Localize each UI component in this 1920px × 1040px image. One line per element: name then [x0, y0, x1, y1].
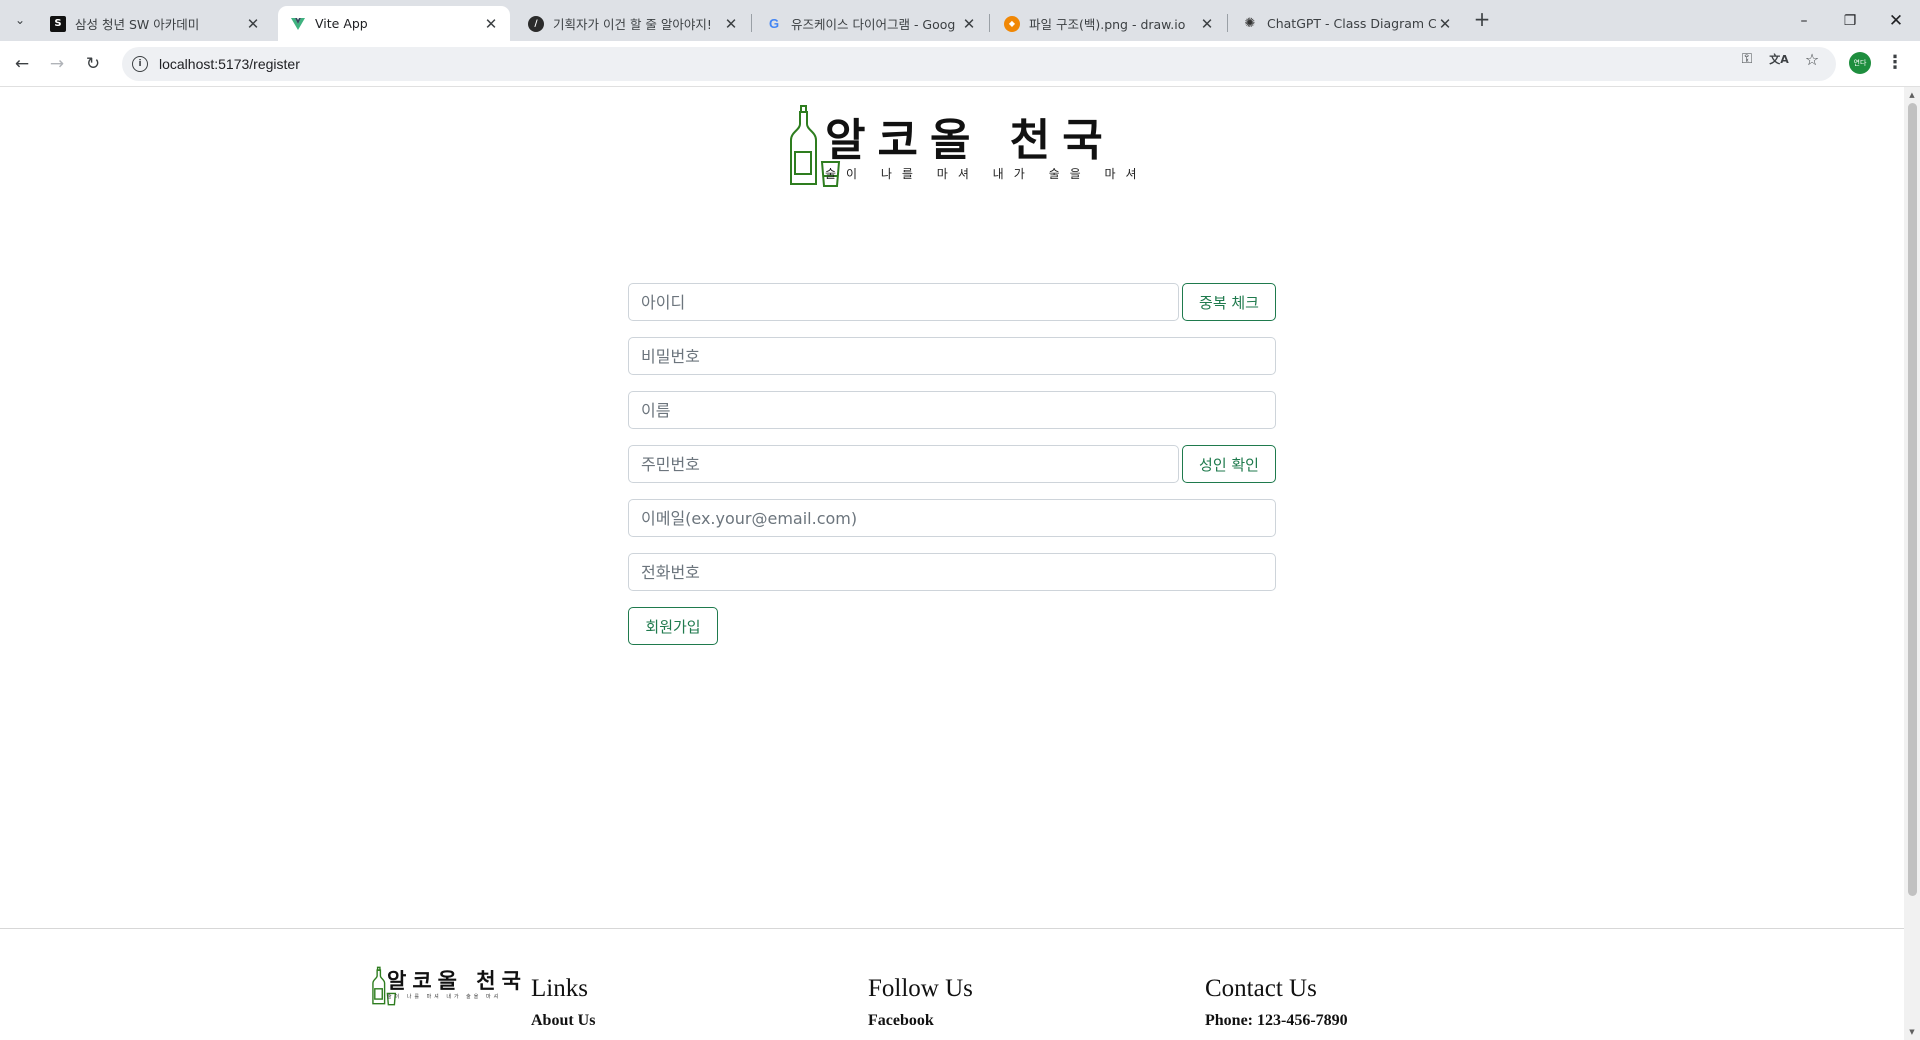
- rrn-row: 성인 확인: [628, 445, 1276, 483]
- password-input[interactable]: [641, 346, 1263, 366]
- browser-toolbar: ← → ↻ i localhost:5173/register ⚿ 文A ☆ 연…: [0, 41, 1920, 87]
- site-footer: 알코올 천국 술이 나를 마셔 내가 술을 마셔 Links About Us …: [0, 928, 1904, 1040]
- footer-link-facebook[interactable]: Facebook: [868, 1012, 973, 1030]
- browser-tab-chatgpt[interactable]: ✺ ChatGPT - Class Diagram Crea ✕: [1230, 6, 1464, 41]
- translate-icon[interactable]: 文A: [1769, 49, 1789, 69]
- email-input[interactable]: [641, 508, 1263, 528]
- username-input[interactable]: [641, 292, 1166, 312]
- footer-logo-title: 알코올 천국: [387, 969, 527, 993]
- browser-tab-google[interactable]: G 유즈케이스 다이어그램 - Goog ✕: [754, 6, 988, 41]
- logo-slogan: 술이 나를 마셔 내가 술을 마셔: [825, 167, 1147, 181]
- restore-window-icon[interactable]: ❐: [1827, 0, 1873, 41]
- footer-logo[interactable]: 알코올 천국 술이 나를 마셔 내가 술을 마셔: [372, 965, 521, 1007]
- password-field[interactable]: [628, 337, 1276, 375]
- footer-logo-slogan: 술이 나를 마셔 내가 술을 마셔: [387, 994, 502, 1000]
- address-bar[interactable]: i localhost:5173/register: [122, 47, 1836, 81]
- address-bar-url[interactable]: localhost:5173/register: [159, 56, 300, 72]
- minimize-window-icon[interactable]: –: [1781, 0, 1827, 41]
- tab-search-chevron-icon[interactable]: ⌄: [8, 8, 32, 32]
- browser-menu-icon[interactable]: ⋮: [1885, 51, 1905, 77]
- phone-field[interactable]: [628, 553, 1276, 591]
- password-key-icon[interactable]: ⚿: [1737, 49, 1757, 69]
- name-field[interactable]: [628, 391, 1276, 429]
- email-row: [628, 499, 1276, 537]
- browser-tab-drawio[interactable]: ◆ 파일 구조(백).png - draw.io ✕: [992, 6, 1226, 41]
- chatgpt-icon: ✺: [1244, 16, 1256, 31]
- tab-separator: [751, 14, 752, 32]
- back-arrow-icon[interactable]: ←: [8, 50, 36, 78]
- footer-contact-heading: Contact Us: [1205, 975, 1317, 1002]
- close-window-icon[interactable]: ✕: [1873, 0, 1919, 41]
- close-tab-icon[interactable]: ✕: [722, 15, 740, 33]
- vite-icon: [290, 16, 306, 32]
- name-input[interactable]: [641, 400, 1263, 420]
- adult-verify-button[interactable]: 성인 확인: [1182, 445, 1276, 483]
- forward-arrow-icon[interactable]: →: [43, 50, 71, 78]
- footer-contact-phone: Phone: 123-456-7890: [1205, 1012, 1348, 1029]
- username-row: 중복 체크: [628, 283, 1276, 321]
- scrollbar-thumb[interactable]: [1908, 103, 1917, 896]
- browser-tab-vite-app[interactable]: Vite App ✕: [278, 6, 510, 41]
- tab-separator: [1227, 14, 1228, 32]
- phone-row: [628, 553, 1276, 591]
- close-tab-icon[interactable]: ✕: [960, 15, 978, 33]
- rrn-input[interactable]: [641, 454, 1166, 474]
- drawio-icon: ◆: [1004, 15, 1020, 32]
- close-tab-icon[interactable]: ✕: [1436, 15, 1454, 33]
- reload-icon[interactable]: ↻: [79, 50, 107, 78]
- browser-tab-bar: ⌄ S 삼성 청년 SW 아카데미 ✕ Vite App ✕ ∕ 기획자가 이건…: [0, 0, 1920, 41]
- register-submit-button[interactable]: 회원가입: [628, 607, 718, 645]
- page-viewport: 알코올 천국 술이 나를 마셔 내가 술을 마셔 중복 체크 성인 확인: [0, 87, 1904, 1040]
- close-tab-icon[interactable]: ✕: [1198, 15, 1216, 33]
- site-logo[interactable]: 알코올 천국 술이 나를 마셔 내가 술을 마셔: [789, 104, 1137, 188]
- duplicate-check-button[interactable]: 중복 체크: [1182, 283, 1276, 321]
- name-row: [628, 391, 1276, 429]
- close-tab-icon[interactable]: ✕: [482, 15, 500, 33]
- footer-follow-heading: Follow Us: [868, 975, 973, 1002]
- browser-tab-ssafy[interactable]: S 삼성 청년 SW 아카데미 ✕: [38, 6, 272, 41]
- bookmark-star-icon[interactable]: ☆: [1802, 49, 1822, 69]
- scroll-down-arrow-icon[interactable]: ▼: [1908, 1028, 1916, 1036]
- footer-links-heading: Links: [531, 975, 588, 1002]
- article-icon: ∕: [528, 15, 544, 32]
- new-tab-plus-icon[interactable]: +: [1470, 8, 1494, 32]
- rrn-field[interactable]: [628, 445, 1179, 483]
- scroll-up-arrow-icon[interactable]: ▲: [1908, 91, 1916, 99]
- submit-row: 회원가입: [628, 607, 720, 645]
- footer-link-about-us[interactable]: About Us: [531, 1012, 595, 1030]
- footer-links-column: Links About Us: [531, 975, 595, 1030]
- email-field[interactable]: [628, 499, 1276, 537]
- tab-separator: [989, 14, 990, 32]
- profile-avatar[interactable]: 연다: [1849, 52, 1871, 74]
- page-scrollbar[interactable]: ▲ ▼: [1904, 87, 1920, 1040]
- phone-input[interactable]: [641, 562, 1263, 582]
- username-field[interactable]: [628, 283, 1179, 321]
- site-info-icon[interactable]: i: [132, 56, 148, 72]
- footer-contact-column: Contact Us Phone: 123-456-7890: [1205, 975, 1348, 1030]
- logo-title: 알코올 천국: [825, 115, 1115, 166]
- browser-tab-article[interactable]: ∕ 기획자가 이건 할 줄 알아야지! ✕: [516, 6, 750, 41]
- password-row: [628, 337, 1276, 375]
- close-tab-icon[interactable]: ✕: [244, 15, 262, 33]
- google-icon: G: [768, 16, 780, 31]
- ssafy-icon: S: [50, 15, 66, 32]
- footer-follow-column: Follow Us Facebook: [868, 975, 973, 1030]
